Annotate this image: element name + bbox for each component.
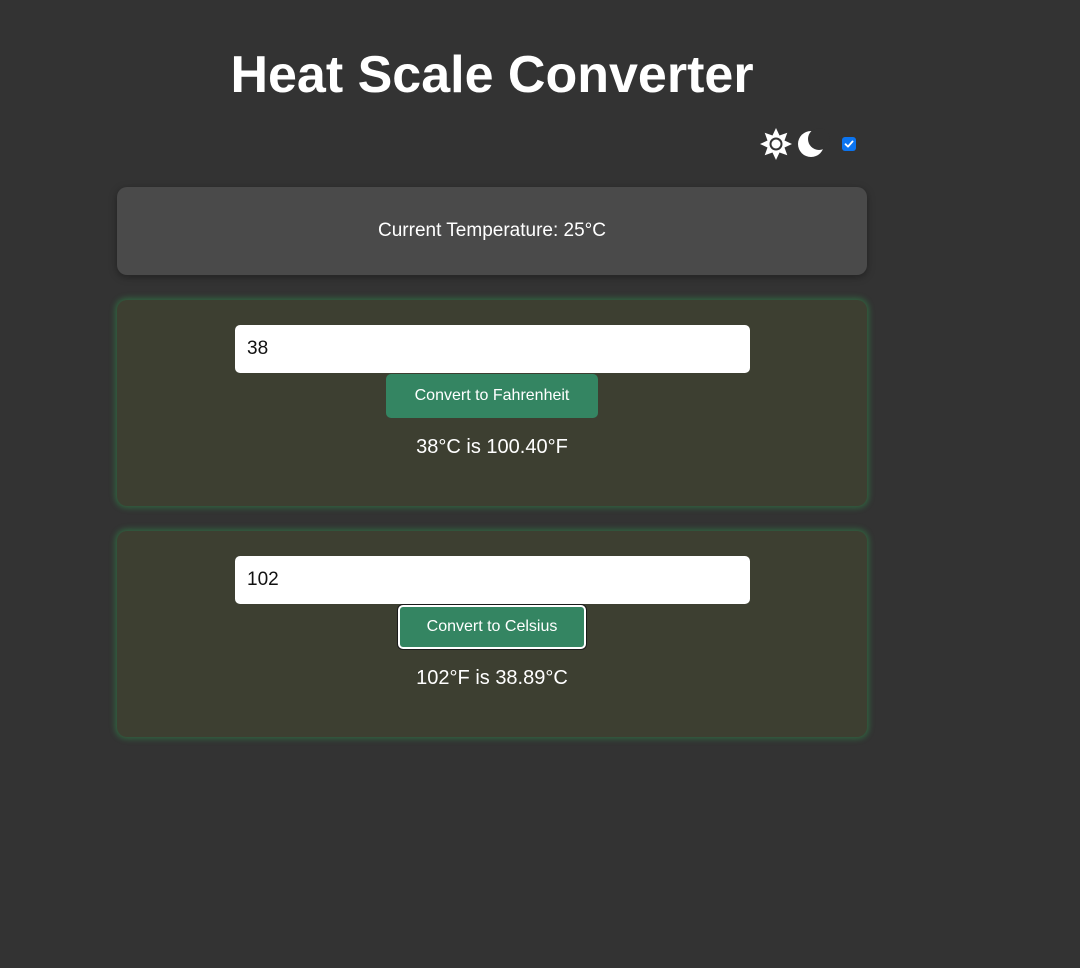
current-temperature-text: Current Temperature: 25°C bbox=[378, 220, 606, 241]
checkmark-icon bbox=[844, 140, 854, 148]
page-title: Heat Scale Converter bbox=[230, 46, 754, 104]
celsius-to-fahrenheit-card: Convert to Fahrenheit 38°C is 100.40°F bbox=[117, 300, 867, 506]
convert-to-celsius-button[interactable]: Convert to Celsius bbox=[398, 605, 586, 649]
theme-switcher bbox=[758, 126, 868, 162]
theme-toggle-checkbox[interactable] bbox=[842, 137, 856, 151]
page: Heat Scale Converter Current Temperature… bbox=[0, 0, 1080, 968]
convert-to-fahrenheit-button[interactable]: Convert to Fahrenheit bbox=[386, 374, 598, 418]
celsius-input[interactable] bbox=[235, 325, 750, 373]
celsius-result: 102°F is 38.89°C bbox=[416, 667, 568, 689]
fahrenheit-to-celsius-card: Convert to Celsius 102°F is 38.89°C bbox=[117, 531, 867, 737]
current-temperature-card: Current Temperature: 25°C bbox=[117, 187, 867, 275]
fahrenheit-input[interactable] bbox=[235, 556, 750, 604]
sun-icon[interactable] bbox=[758, 126, 794, 162]
moon-icon[interactable] bbox=[794, 126, 830, 162]
fahrenheit-result: 38°C is 100.40°F bbox=[416, 436, 568, 458]
